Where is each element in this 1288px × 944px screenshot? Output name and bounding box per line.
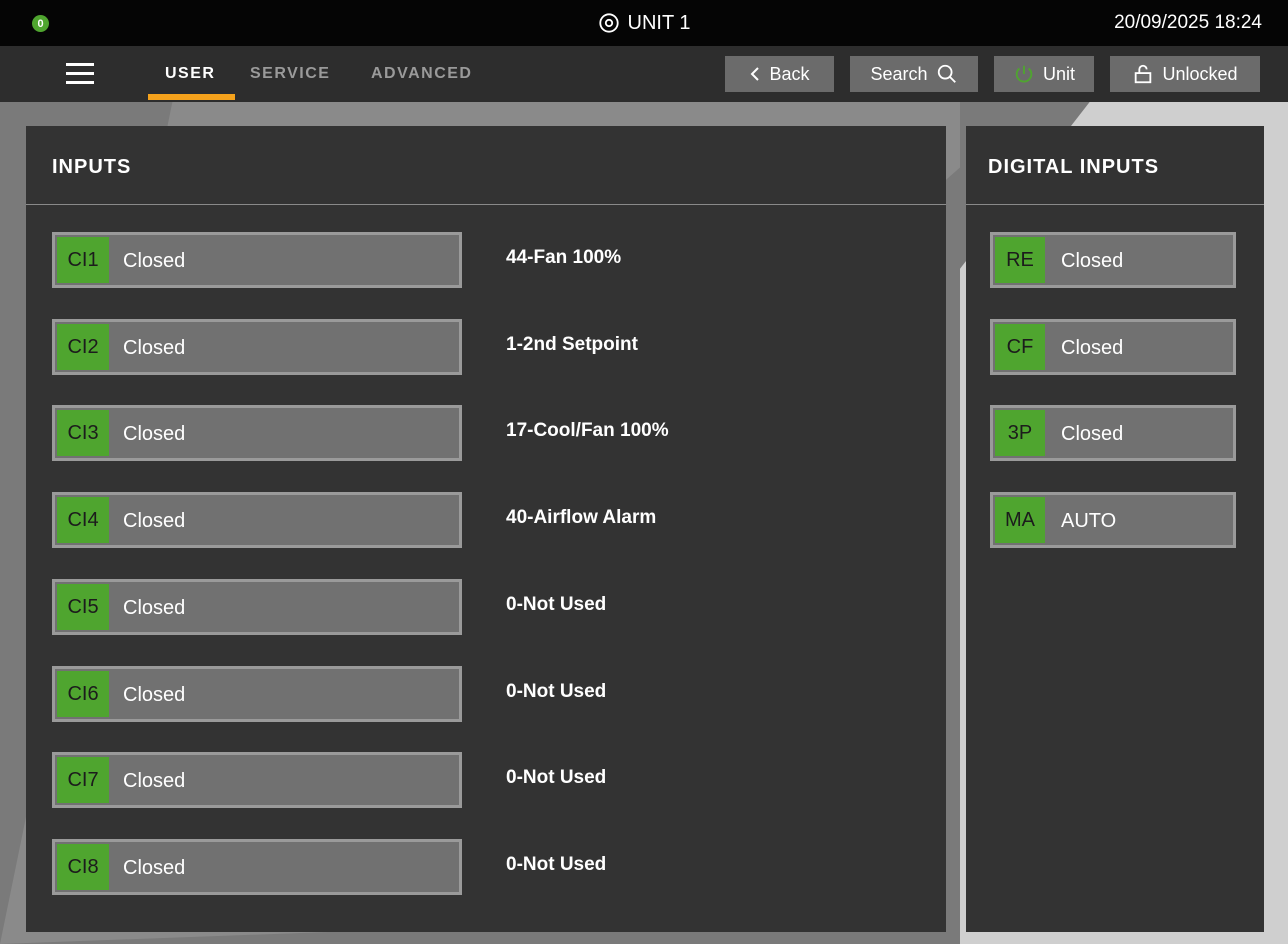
lock-button[interactable]: Unlocked xyxy=(1110,56,1260,92)
input-tag: CI7 xyxy=(57,757,109,803)
input-function: 17-Cool/Fan 100% xyxy=(506,420,669,441)
input-state: Closed xyxy=(123,770,186,792)
status-bar: 0 UNIT 1 20/09/2025 18:24 xyxy=(0,0,1288,46)
digital-input-cf[interactable]: CF Closed xyxy=(990,319,1236,375)
digital-inputs-title: DIGITAL INPUTS xyxy=(988,156,1160,178)
digital-inputs-panel: DIGITAL INPUTS RE Closed CF Closed 3P Cl… xyxy=(966,126,1264,932)
inputs-title: INPUTS xyxy=(52,156,132,178)
unit-name: UNIT 1 xyxy=(627,11,691,34)
input-tag: RE xyxy=(995,237,1045,283)
input-state: Closed xyxy=(1061,423,1124,445)
input-tag: CI5 xyxy=(57,584,109,630)
input-tag: CI3 xyxy=(57,410,109,456)
divider xyxy=(26,204,946,205)
input-state: Closed xyxy=(123,337,186,359)
input-function: 40-Airflow Alarm xyxy=(506,507,657,528)
search-icon xyxy=(937,64,956,83)
input-tag: MA xyxy=(995,497,1045,543)
input-tag: CI8 xyxy=(57,844,109,890)
active-tab-indicator xyxy=(148,94,235,100)
input-tag: CI6 xyxy=(57,671,109,717)
input-tag: CF xyxy=(995,324,1045,370)
input-state: Closed xyxy=(123,597,186,619)
menu-icon[interactable] xyxy=(66,63,94,85)
unit-label: Unit xyxy=(1042,63,1075,84)
input-ci7[interactable]: CI7 Closed xyxy=(52,752,462,808)
input-tag: CI1 xyxy=(57,237,109,283)
back-label: Back xyxy=(769,63,810,84)
input-state: Closed xyxy=(123,857,186,879)
input-ci8[interactable]: CI8 Closed xyxy=(52,839,462,895)
input-tag: CI4 xyxy=(57,497,109,543)
digital-input-3p[interactable]: 3P Closed xyxy=(990,405,1236,461)
unlock-icon xyxy=(1135,64,1152,84)
input-state: AUTO xyxy=(1061,510,1117,532)
search-label: Search xyxy=(870,63,928,84)
chevron-left-icon xyxy=(751,67,760,81)
digital-input-re[interactable]: RE Closed xyxy=(990,232,1236,288)
datetime-display: 20/09/2025 18:24 xyxy=(1114,12,1262,33)
digital-input-ma[interactable]: MA AUTO xyxy=(990,492,1236,548)
input-function: 44-Fan 100% xyxy=(506,247,622,268)
inputs-panel: INPUTS CI1 Closed 44-Fan 100% CI2 Closed… xyxy=(26,126,946,932)
input-ci5[interactable]: CI5 Closed xyxy=(52,579,462,635)
input-function: 0-Not Used xyxy=(506,681,607,702)
input-ci3[interactable]: CI3 Closed xyxy=(52,405,462,461)
input-ci4[interactable]: CI4 Closed xyxy=(52,492,462,548)
input-state: Closed xyxy=(123,250,186,272)
input-state: Closed xyxy=(1061,337,1124,359)
divider xyxy=(966,204,1264,205)
input-tag: CI2 xyxy=(57,324,109,370)
unit-power-button[interactable]: Unit xyxy=(994,56,1094,92)
location-pin-icon xyxy=(598,13,619,33)
lock-label: Unlocked xyxy=(1162,63,1238,84)
input-function: 0-Not Used xyxy=(506,767,607,788)
input-state: Closed xyxy=(123,423,186,445)
input-function: 0-Not Used xyxy=(506,854,607,875)
tab-advanced[interactable]: ADVANCED xyxy=(371,46,472,102)
power-icon xyxy=(1015,65,1033,83)
tab-service[interactable]: SERVICE xyxy=(250,46,330,102)
search-button[interactable]: Search xyxy=(850,56,978,92)
input-state: Closed xyxy=(123,510,186,532)
input-function: 0-Not Used xyxy=(506,594,607,615)
unit-title: UNIT 1 xyxy=(0,0,1288,46)
input-ci6[interactable]: CI6 Closed xyxy=(52,666,462,722)
input-ci1[interactable]: CI1 Closed xyxy=(52,232,462,288)
input-ci2[interactable]: CI2 Closed xyxy=(52,319,462,375)
input-function: 1-2nd Setpoint xyxy=(506,334,638,355)
input-tag: 3P xyxy=(995,410,1045,456)
nav-bar: USER SERVICE ADVANCED Back Search Unit U… xyxy=(0,46,1288,102)
input-state: Closed xyxy=(123,684,186,706)
back-button[interactable]: Back xyxy=(725,56,834,92)
input-state: Closed xyxy=(1061,250,1124,272)
